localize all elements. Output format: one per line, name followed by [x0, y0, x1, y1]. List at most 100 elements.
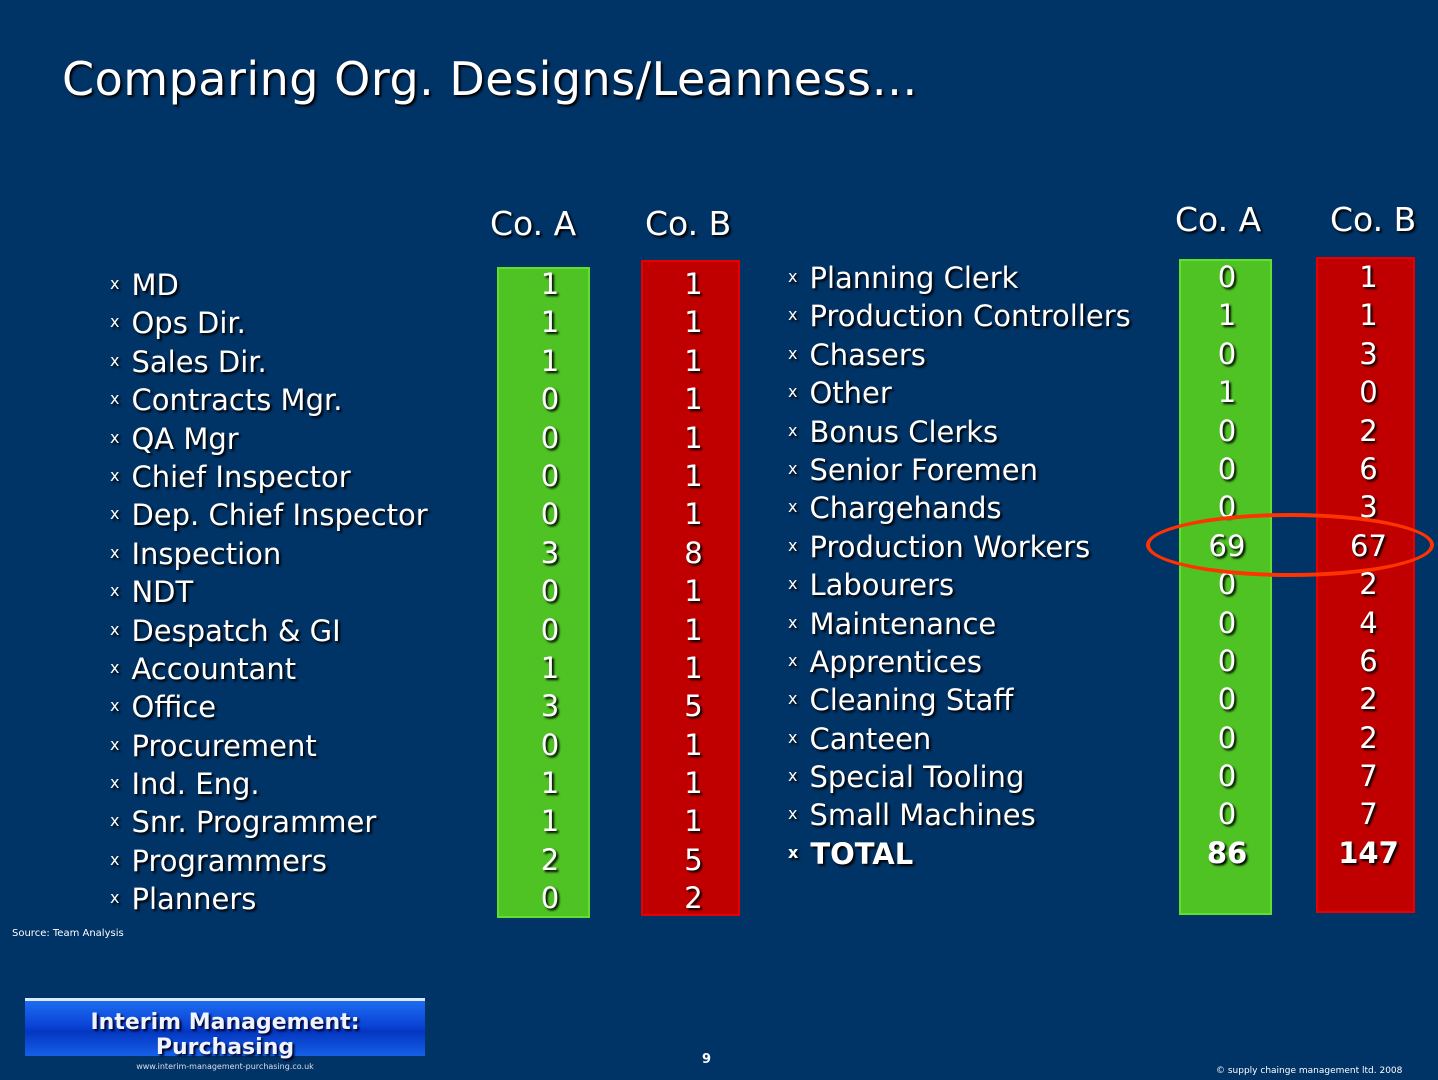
role-label: Snr. Programmer: [131, 805, 377, 840]
role-row: x Labourers: [788, 565, 1131, 603]
copyright: © supply chainge management ltd. 2008: [1216, 1066, 1403, 1076]
role-label: Senior Foremen: [809, 452, 1039, 487]
role-row: x NDT: [110, 572, 428, 610]
co-a-value: 2: [540, 842, 560, 877]
page-number: 9: [702, 1052, 712, 1067]
co-a-value: 0: [1217, 336, 1237, 371]
bullet-icon: x: [110, 773, 120, 793]
co-a-value: 0: [540, 574, 560, 609]
bullet-icon: x: [788, 574, 798, 594]
co-a-value: 1: [540, 650, 560, 685]
banner-title: Interim Management: Purchasing: [90, 1010, 360, 1060]
role-row: x Bonus Clerks: [788, 412, 1131, 450]
role-label: Dep. Chief Inspector: [131, 498, 428, 533]
co-a-value: 0: [540, 497, 560, 532]
bullet-icon: x: [110, 849, 120, 869]
co-a-value: 0: [1217, 643, 1237, 678]
role-row: x Small Machines: [788, 795, 1131, 833]
co-a-value: 1: [540, 766, 560, 801]
role-label: Production Workers: [809, 529, 1091, 564]
role-label: Sales Dir.: [131, 344, 267, 379]
co-b-value: 8: [684, 535, 703, 570]
bullet-icon: x: [788, 727, 798, 747]
co-a-value: 1: [540, 343, 560, 378]
role-row: x Despatch & GI: [110, 611, 428, 649]
total-row: x TOTAL: [788, 834, 1131, 872]
co-b-value: 1: [684, 305, 703, 340]
bullet-icon: x: [788, 267, 798, 286]
role-row: x Contracts Mgr.: [110, 380, 428, 418]
role-row: x Chargehands: [788, 488, 1131, 526]
banner-url[interactable]: www.interim-management-purchasing.co.uk: [25, 1062, 425, 1071]
role-label: Other: [809, 376, 892, 411]
left-co-b-values: 11111118111511152: [647, 265, 740, 918]
left-co-a-values: 11100003001301120: [505, 265, 595, 918]
co-a-value: 0: [1217, 682, 1237, 717]
bullet-icon: x: [788, 766, 798, 786]
co-b-value: 1: [684, 382, 703, 417]
co-b-value: 1: [1359, 298, 1378, 333]
co-a-value: 0: [1217, 605, 1237, 640]
bullet-icon: x: [110, 619, 120, 639]
bullet-icon: x: [110, 581, 120, 601]
co-b-value: 1: [684, 343, 703, 378]
co-b-value: 7: [1359, 797, 1378, 832]
bullet-icon: x: [110, 811, 120, 831]
role-label: Contracts Mgr.: [131, 383, 343, 418]
bullet-icon: x: [110, 542, 120, 562]
co-a-value: 3: [540, 535, 560, 570]
co-b-value: 0: [1359, 375, 1378, 410]
role-row: x Cleaning Staff: [788, 680, 1131, 718]
role-row: x Ind. Eng.: [110, 764, 428, 802]
co-b-value: 1: [1359, 260, 1378, 294]
co-b-value: 1: [684, 267, 703, 301]
role-row: x Programmers: [110, 841, 428, 879]
bullet-icon: x: [110, 465, 120, 485]
brand-banner[interactable]: Interim Management: Purchasing www.inter…: [25, 998, 425, 1071]
co-a-value: 0: [1217, 797, 1237, 832]
bullet-icon: x: [788, 382, 798, 402]
co-b-value: 1: [684, 497, 703, 532]
role-label: Planning Clerk: [809, 261, 1019, 295]
right-role-list: x Planning Clerk x Production Controllers x C…: [788, 258, 1131, 872]
source-note: Source: Team Analysis: [12, 928, 124, 939]
role-label: Planners: [131, 882, 257, 917]
role-label: QA Mgr: [131, 421, 239, 456]
co-a-value: 0: [540, 382, 560, 417]
total-co-a: 86: [1206, 835, 1248, 870]
co-b-value: 2: [1359, 413, 1378, 448]
co-b-value: 2: [684, 881, 703, 916]
role-label: Special Tooling: [809, 760, 1025, 795]
role-label: Office: [131, 690, 217, 725]
bullet-icon: x: [788, 650, 798, 670]
role-label: Cleaning Staff: [809, 683, 1014, 718]
role-row: x Canteen: [788, 719, 1131, 757]
role-label: MD: [131, 268, 179, 302]
role-row: x Office: [110, 687, 428, 725]
co-a-value: 0: [540, 727, 560, 762]
role-row: x Chief Inspector: [110, 457, 428, 495]
bullet-icon: x: [788, 689, 798, 709]
role-row: x Sales Dir.: [110, 342, 428, 380]
role-row: x Other: [788, 373, 1131, 411]
co-a-value: 1: [1217, 375, 1237, 410]
co-a-value: 0: [1217, 720, 1237, 755]
role-label: TOTAL: [810, 836, 914, 871]
role-row: x Planners: [110, 879, 428, 917]
bullet-icon: x: [788, 842, 799, 862]
bullet-icon: x: [110, 657, 120, 677]
co-b-value: 3: [1359, 336, 1378, 371]
bullet-icon: x: [110, 427, 120, 447]
co-a-value: 1: [540, 804, 560, 839]
role-label: Ind. Eng.: [131, 767, 260, 802]
role-row: x Dep. Chief Inspector: [110, 495, 428, 533]
co-a-value: 0: [1217, 260, 1237, 294]
bullet-icon: x: [110, 274, 120, 293]
role-row: x Accountant: [110, 649, 428, 687]
bullet-icon: x: [788, 612, 798, 632]
role-row: x Special Tooling: [788, 757, 1131, 795]
bullet-icon: x: [110, 389, 120, 409]
co-b-value: 2: [1359, 720, 1378, 755]
bullet-icon: x: [110, 350, 120, 370]
role-label: Small Machines: [809, 798, 1036, 833]
